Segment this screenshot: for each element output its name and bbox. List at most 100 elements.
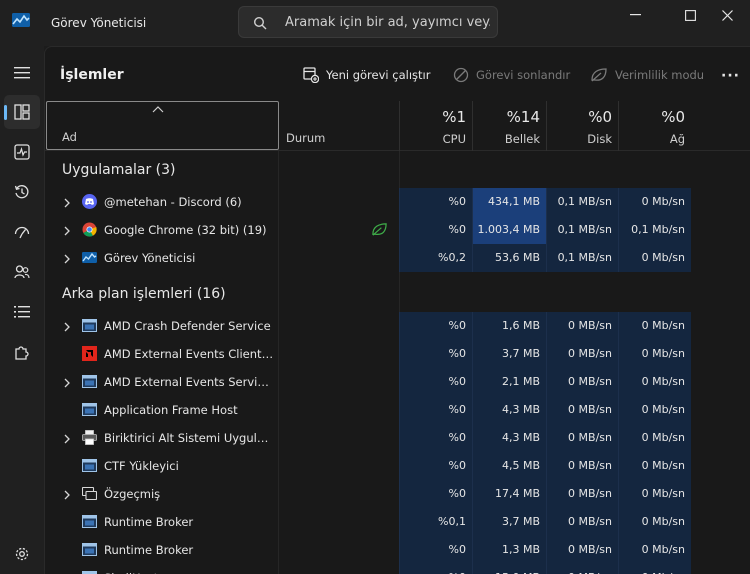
cpu-cell: %0 [399,340,472,368]
processes-pane: İşlemler Yeni görevi çalıştır Görevi son… [44,46,750,574]
minimize-button[interactable] [612,0,658,30]
task-manager-icon [12,13,30,27]
cpu-cell: %0 [399,480,472,508]
page-title: İşlemler [60,67,124,83]
process-row[interactable]: @metehan - Discord (6) %0 434,1 MB 0,1 MB/s… [45,188,750,216]
hamburger-menu-button[interactable] [4,56,40,90]
process-name: AMD External Events Client M... [104,347,274,361]
memory-cell: 434,1 MB [472,188,546,216]
nav-settings[interactable] [4,537,40,571]
process-row[interactable]: AMD Crash Defender Service %0 1,6 MB 0 MB/s… [45,312,750,340]
end-task-button[interactable]: Görevi sonlandır [453,64,570,86]
nav-services[interactable] [4,335,40,369]
section-background-title: Arka plan işlemleri (16) [62,286,226,302]
network-cell: 0 Mb/sn [618,312,691,340]
discord-icon [82,194,97,209]
column-header-disk[interactable]: %0 Disk [546,101,618,151]
close-button[interactable] [704,0,750,30]
history-icon [14,185,29,199]
efficiency-mode-button[interactable]: Verimlilik modu [590,64,704,86]
process-row[interactable]: Biriktirici Alt Sistemi Uygulam... %0 4,3 … [45,424,750,452]
processes-icon [14,104,30,120]
process-row[interactable]: AMD External Events Client M... %0 3,7 MB 0… [45,340,750,368]
leaf-icon [591,68,607,82]
disk-cell: 0 MB/sn [546,340,618,368]
memory-cell: 2,1 MB [472,368,546,396]
network-cell: 0 Mb/sn [618,424,691,452]
amd-icon [82,346,97,361]
efficiency-leaf-icon [371,222,388,238]
cpu-cell: %0 [399,216,472,244]
column-header-memory[interactable]: %14 Bellek [472,101,546,151]
process-name: Görev Yöneticisi [104,251,196,265]
process-name: @metehan - Discord (6) [104,195,242,209]
printer-icon [82,430,97,445]
cpu-cell: %0 [399,368,472,396]
memory-cell: 1,3 MB [472,536,546,564]
network-cell: 0 Mb/sn [618,368,691,396]
process-row[interactable]: Application Frame Host %0 4,3 MB 0 MB/sn 0 M… [45,396,750,424]
new-task-icon [303,67,319,83]
nav-startup-apps[interactable] [4,215,40,249]
disk-cell: 0 MB/sn [546,480,618,508]
chevron-right-icon[interactable] [63,197,71,208]
process-row[interactable]: ShellHost%015,0 MB0 MB/sn0 Mb/sn [45,564,750,574]
service-window-icon [82,570,97,574]
process-name: Google Chrome (32 bit) (19) [104,223,267,237]
disk-label: Disk [587,132,612,146]
column-header-network[interactable]: %0 Ağ [618,101,691,151]
process-row[interactable]: Runtime Broker %0 1,3 MB 0 MB/sn 0 Mb/sn [45,536,750,564]
nav-users[interactable] [4,255,40,289]
process-name: AMD Crash Defender Service [104,319,271,333]
disk-cell: 0,1 MB/sn [546,216,618,244]
service-window-icon [82,402,97,417]
column-name-label: Ad [62,130,77,144]
window-title: Görev Yöneticisi [51,16,147,30]
chevron-right-icon[interactable] [63,321,71,332]
disk-total-percent: %0 [588,108,612,126]
maximize-icon [684,9,696,21]
nav-performance[interactable] [4,135,40,169]
nav-app-history[interactable] [4,175,40,209]
search-input[interactable] [285,7,490,37]
chevron-right-icon[interactable] [63,489,71,500]
task-manager-icon [82,250,97,265]
details-list-icon [14,306,30,318]
chevron-right-icon[interactable] [63,225,71,236]
process-row[interactable]: Google Chrome (32 bit) (19) %0 1.003,4 MB 0… [45,216,750,244]
run-new-task-button[interactable]: Yeni görevi çalıştır [303,64,430,86]
service-window-icon [82,318,97,333]
title-bar: Görev Yöneticisi [0,0,750,46]
network-cell: 0 Mb/sn [618,508,691,536]
process-row[interactable]: Runtime Broker %0,1 3,7 MB 0 MB/sn 0 Mb/sn [45,508,750,536]
hamburger-icon [14,67,30,79]
chevron-right-icon[interactable] [63,433,71,444]
disk-cell: 0,1 MB/sn [546,188,618,216]
process-row[interactable]: AMD External Events Service ... %0 2,1 MB 0… [45,368,750,396]
column-header-cpu[interactable]: %1 CPU [399,101,472,151]
cpu-cell: %0 [399,396,472,424]
search-box[interactable] [238,6,498,38]
memory-label: Bellek [504,132,540,146]
nav-processes[interactable] [4,95,40,129]
cpu-cell: %0 [399,564,472,574]
end-task-label: Görevi sonlandır [476,68,571,82]
process-row[interactable]: Özgeçmiş %0 17,4 MB 0 MB/sn 0 Mb/sn [45,480,750,508]
chevron-right-icon[interactable] [63,253,71,264]
speedometer-icon [14,226,30,239]
chevron-right-icon[interactable] [63,377,71,388]
memory-cell: 3,7 MB [472,508,546,536]
cpu-label: CPU [442,132,466,146]
column-header-status[interactable]: Durum [286,131,325,145]
disk-cell: 0 MB/sn [546,536,618,564]
process-row[interactable]: CTF Yükleyici %0 4,5 MB 0 MB/sn 0 Mb/sn [45,452,750,480]
column-header-name[interactable]: Ad [46,101,279,150]
more-options-button[interactable]: ··· [721,65,740,87]
performance-icon [14,144,30,160]
gear-icon [15,547,29,561]
nav-details[interactable] [4,295,40,329]
network-cell: 0 Mb/sn [618,340,691,368]
process-name: AMD External Events Service ... [104,375,274,389]
process-row[interactable]: Görev Yöneticisi %0,2 53,6 MB 0,1 MB/sn 0 Mb… [45,244,750,272]
process-name: Runtime Broker [104,515,194,529]
